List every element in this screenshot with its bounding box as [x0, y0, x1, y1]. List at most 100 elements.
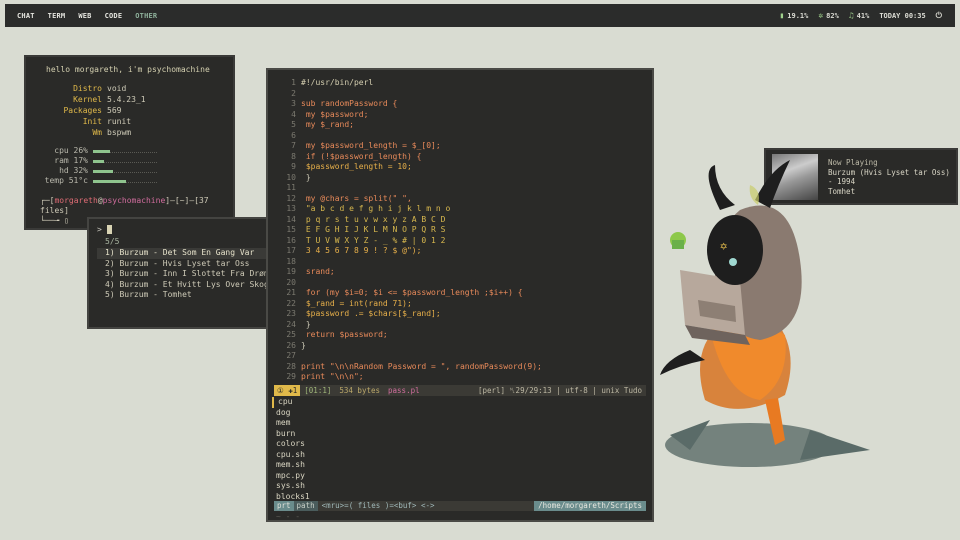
- line-number: 12: [286, 193, 296, 203]
- code-text: }: [301, 319, 311, 329]
- info-row: Init runit: [82, 117, 132, 126]
- code-line[interactable]: 22 $_rand = int(rand 71);: [274, 299, 652, 310]
- line-number: 3: [291, 99, 296, 108]
- code-line[interactable]: 21 for (my $i=0; $i <= $password_length …: [274, 288, 652, 299]
- code-line[interactable]: 16 T U V W X Y Z - _ % # | 0 1 2: [274, 236, 652, 247]
- workspace-code[interactable]: CODE: [105, 12, 123, 20]
- code-line[interactable]: 29 print "\n\n";: [274, 372, 652, 383]
- code-text: $password_length = 10;: [301, 162, 412, 171]
- code-line[interactable]: 3 sub randomPassword {: [274, 99, 652, 110]
- fzf-music-picker-window[interactable]: > 5/5 1) Burzum - Det Som En Gang Var 2)…: [87, 217, 283, 329]
- usage-bar: ram 17%: [40, 156, 233, 166]
- code-text: $password .= $chars[$_rand];: [301, 309, 441, 318]
- code-line[interactable]: 8 if (!$password_length) {: [274, 152, 652, 163]
- line-number: 11: [286, 183, 296, 192]
- list-item[interactable]: colors: [276, 439, 310, 450]
- code-line[interactable]: 20: [274, 278, 652, 289]
- list-item[interactable]: dog: [276, 408, 310, 419]
- code-line[interactable]: 28 print "\n\nRandom Password = ", random…: [274, 362, 652, 373]
- code-line[interactable]: 12 my @chars = split(" ",: [274, 194, 652, 205]
- power-icon[interactable]: ⏻: [936, 11, 942, 21]
- code-text: print "\n\nRandom Password = ", randomPa…: [301, 361, 542, 371]
- headphones-icon: ♫: [848, 11, 854, 20]
- workspace-other[interactable]: OTHER: [135, 12, 157, 20]
- code-buffer[interactable]: 1 #!/usr/bin/perl 2 3 sub randomPassword { 4 …: [274, 78, 652, 383]
- line-number: 6: [291, 130, 296, 140]
- code-line[interactable]: 23 $password .= $chars[$_rand];: [274, 309, 652, 320]
- code-text: 3 4 5 6 7 8 9 ! ? $ @");: [301, 246, 422, 255]
- line-number: 20: [286, 277, 296, 287]
- vim-statusline: ① ✚1 [01:1] 534 bytes pass.pl [perl] ␤29…: [274, 385, 646, 396]
- workspace-web[interactable]: WEB: [78, 12, 91, 20]
- code-line[interactable]: 2: [274, 89, 652, 100]
- info-row: Distro void: [73, 84, 127, 93]
- code-text: #!/usr/bin/perl: [301, 78, 374, 87]
- list-item[interactable]: 1) Burzum - Det Som En Gang Var: [97, 248, 266, 259]
- info-row: Wm bspwm: [92, 128, 132, 137]
- line-number: 14: [286, 214, 296, 224]
- gear-icon: ✲: [818, 11, 824, 20]
- cpu-stat: ▮ 19.1%: [779, 11, 809, 20]
- workspace-chat[interactable]: CHAT: [17, 12, 35, 20]
- fzf-prompt[interactable]: >: [97, 225, 266, 234]
- volume-stat: ♫ 41%: [848, 11, 870, 20]
- code-line[interactable]: 11: [274, 183, 652, 194]
- list-item[interactable]: mpc.py: [276, 471, 310, 482]
- line-number: 4: [291, 109, 296, 119]
- code-text: T U V W X Y Z - _ % # | 0 1 2: [301, 235, 446, 245]
- code-line[interactable]: 19 srand;: [274, 267, 652, 278]
- code-text: if (!$password_length) {: [301, 151, 422, 161]
- list-item[interactable]: mem: [276, 418, 310, 429]
- code-line[interactable]: 15 E F G H I J K L M N O P Q R S: [274, 225, 652, 236]
- code-line[interactable]: 10 }: [274, 173, 652, 184]
- list-item[interactable]: 2) Burzum - Hvis Lyset tar Oss: [97, 259, 266, 270]
- code-line[interactable]: 24 }: [274, 320, 652, 331]
- line-number: 9: [291, 162, 296, 171]
- list-item[interactable]: 4) Burzum - Et Hvitt Lys Over Skogen: [97, 280, 278, 291]
- line-number: 10: [286, 172, 296, 182]
- code-line[interactable]: 14 p q r s t u v w x y z A B C D: [274, 215, 652, 226]
- usage-bar-fill: [93, 179, 126, 183]
- text-cursor: [106, 225, 112, 234]
- code-line[interactable]: 5 my $_rand;: [274, 120, 652, 131]
- code-line[interactable]: 13 "a b c d e f g h i j k l m n o: [274, 204, 652, 215]
- list-item[interactable]: mem.sh: [276, 460, 310, 471]
- empty-line-marker: ~ - -: [276, 512, 301, 521]
- code-line[interactable]: 26}: [274, 341, 652, 352]
- code-text: p q r s t u v w x y z A B C D: [301, 214, 446, 224]
- list-item[interactable]: sys.sh: [276, 481, 310, 492]
- code-line[interactable]: 27: [274, 351, 652, 362]
- code-text: my @chars = split(" ",: [301, 193, 412, 203]
- code-line[interactable]: 18: [274, 257, 652, 268]
- code-line[interactable]: 17 3 4 5 6 7 8 9 ! ? $ @");: [274, 246, 652, 257]
- line-number: 8: [291, 151, 296, 161]
- info-row: Packages 569: [63, 106, 122, 115]
- list-item[interactable]: 5) Burzum - Tomhet: [97, 290, 266, 301]
- code-line[interactable]: 6: [274, 131, 652, 142]
- code-text: print "\n\n";: [301, 372, 364, 381]
- code-line[interactable]: 25 return $password;: [274, 330, 652, 341]
- list-item[interactable]: 3) Burzum - Inn I Slottet Fra Drømmen: [97, 269, 283, 280]
- usage-bars: cpu 26% ram 17% hd 32% temp 51°c: [40, 146, 233, 186]
- code-line[interactable]: 4 my $password;: [274, 110, 652, 121]
- file-list[interactable]: cpu dog mem burn colors cpu.sh mem.sh mpc.py sys…: [272, 397, 310, 502]
- code-line[interactable]: 9 $password_length = 10;: [274, 162, 652, 173]
- match-count: 5/5: [105, 237, 120, 246]
- fetch-terminal-window[interactable]: hello morgareth, i'm psychomachine Distr…: [24, 55, 235, 230]
- line-number: 25: [286, 330, 296, 339]
- list-item[interactable]: cpu.sh: [276, 450, 310, 461]
- code-text: my $_rand;: [301, 120, 354, 129]
- list-item[interactable]: burn: [276, 429, 310, 440]
- usage-bar-fill: [93, 149, 110, 153]
- info-row: Kernel 5.4.23_1: [73, 95, 146, 104]
- code-text: sub randomPassword {: [301, 99, 398, 108]
- usage-bar: temp 51°c: [40, 176, 233, 186]
- workspace-term[interactable]: TERM: [48, 12, 66, 20]
- vim-editor-window[interactable]: 1 #!/usr/bin/perl 2 3 sub randomPassword { 4 …: [266, 68, 654, 522]
- line-number: 27: [286, 351, 296, 360]
- code-line[interactable]: 1 #!/usr/bin/perl: [274, 78, 652, 89]
- code-text: return $password;: [301, 330, 388, 339]
- list-item[interactable]: cpu: [272, 397, 310, 408]
- code-line[interactable]: 7 my $password_length = $_[0];: [274, 141, 652, 152]
- line-number: 16: [286, 235, 296, 245]
